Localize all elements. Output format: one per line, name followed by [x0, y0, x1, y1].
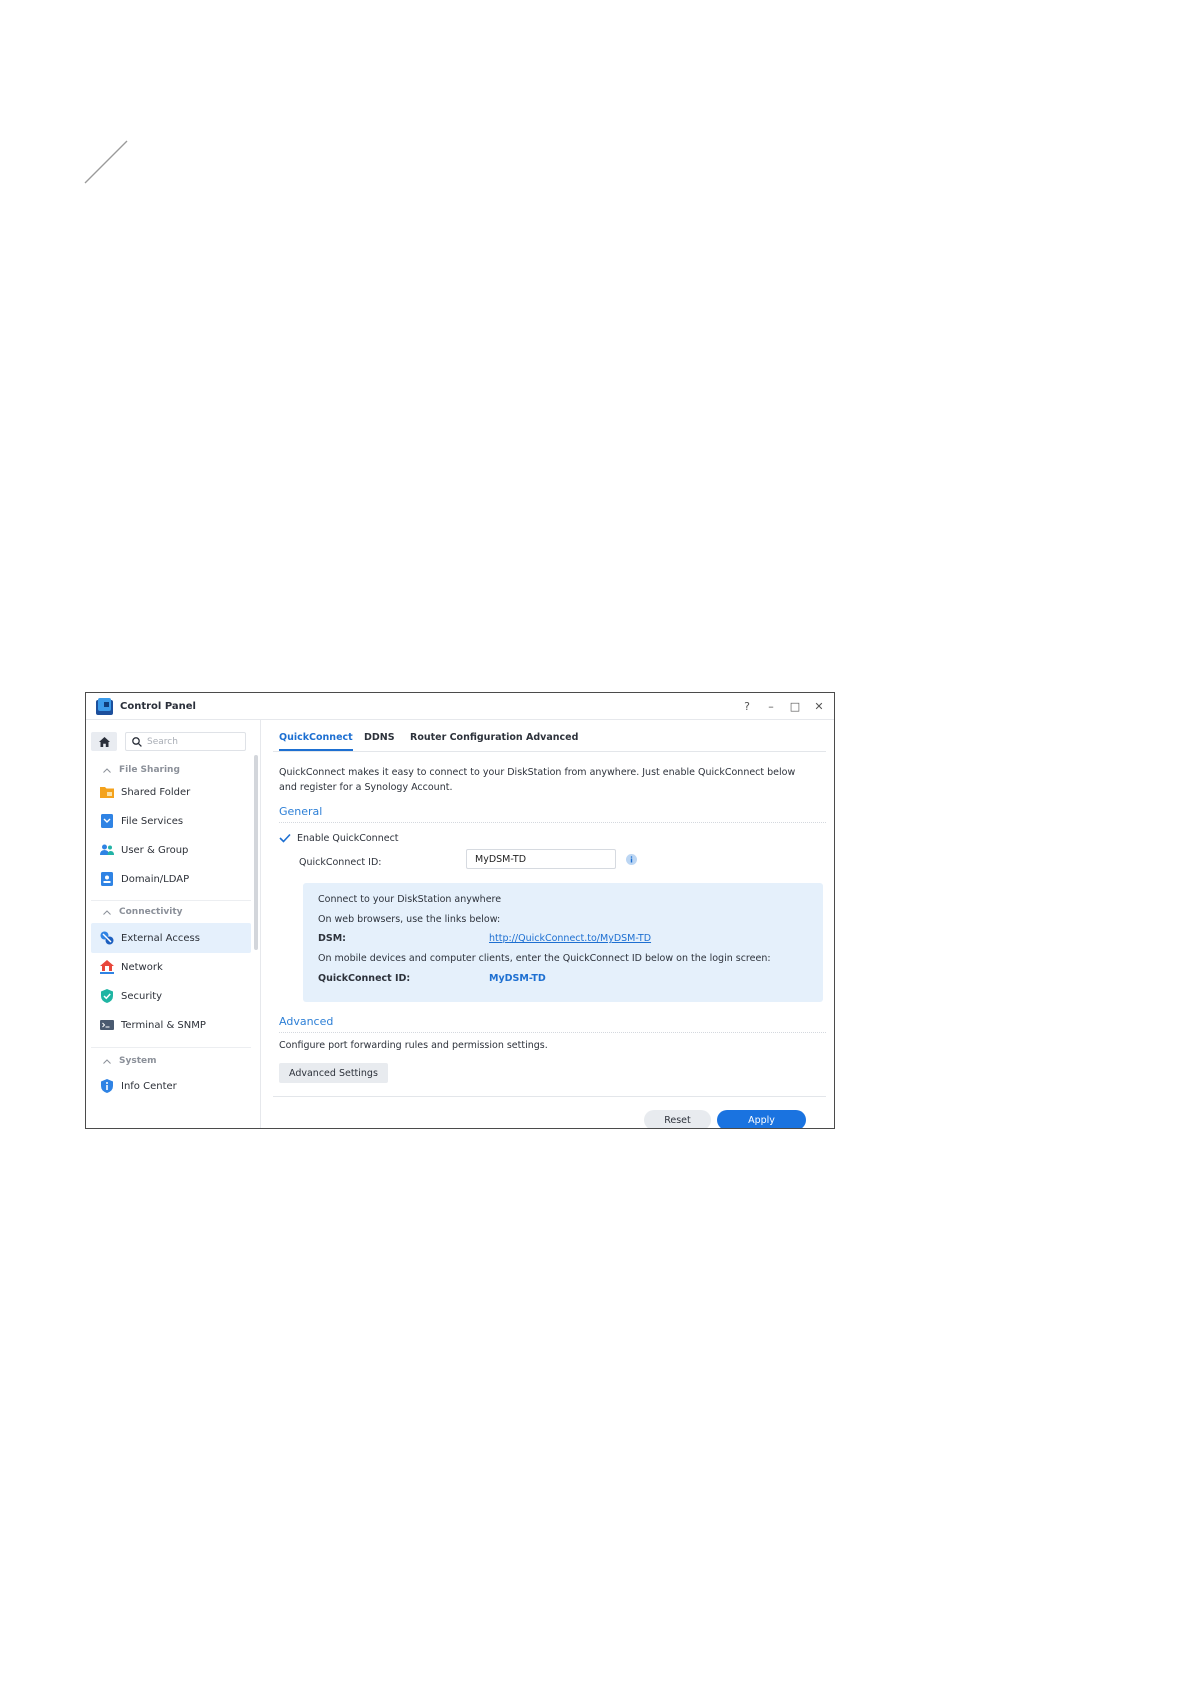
home-button[interactable] [91, 732, 117, 751]
sidebar: File Sharing Shared Folder File Services [86, 720, 261, 1128]
sidebar-item-file-services[interactable]: File Services [91, 806, 251, 836]
folder-icon [100, 787, 114, 798]
chevron-up-icon [103, 909, 111, 915]
shield-icon [101, 989, 113, 1003]
sidebar-scrollbar[interactable] [254, 755, 258, 950]
sidebar-item-label: File Services [121, 815, 184, 827]
control-panel-icon [96, 697, 113, 715]
sidebar-item-label: Terminal & SNMP [121, 1019, 206, 1031]
quickconnect-info-box: Connect to your DiskStation anywhere On … [303, 883, 823, 1002]
external-access-icon [100, 931, 114, 945]
sidebar-item-shared-folder[interactable]: Shared Folder [91, 777, 251, 807]
maximize-icon[interactable]: □ [788, 699, 802, 713]
apply-button[interactable]: Apply [717, 1110, 806, 1128]
sidebar-item-terminal-snmp[interactable]: Terminal & SNMP [91, 1010, 251, 1040]
control-panel-window: Control Panel ? – □ ✕ Search File Sharin… [85, 692, 835, 1129]
info-id-value: MyDSM-TD [489, 973, 546, 984]
section-label: File Sharing [119, 765, 180, 775]
users-icon [100, 844, 114, 855]
search-box [125, 732, 246, 751]
dsm-link[interactable]: http://QuickConnect.to/MyDSM-TD [489, 933, 651, 944]
main-panel: QuickConnect DDNS Router Configuration A… [261, 720, 834, 1128]
quickconnect-id-input[interactable] [466, 849, 616, 869]
section-divider [91, 900, 251, 901]
advanced-description: Configure port forwarding rules and perm… [279, 1040, 548, 1051]
section-label: Connectivity [119, 907, 183, 917]
title-bar: Control Panel ? – □ ✕ [86, 693, 834, 720]
general-divider [279, 822, 826, 823]
sidebar-item-user-group[interactable]: User & Group [91, 835, 251, 865]
chevron-up-icon [103, 1058, 111, 1064]
section-system[interactable]: System [103, 1056, 157, 1066]
info-mobile-text: On mobile devices and computer clients, … [318, 953, 771, 964]
quickconnect-description: QuickConnect makes it easy to connect to… [279, 765, 819, 795]
home-icon [98, 736, 110, 747]
file-services-icon [101, 814, 113, 828]
advanced-settings-button[interactable]: Advanced Settings [279, 1063, 388, 1083]
enable-quickconnect-checkbox[interactable] [279, 832, 291, 844]
info-browser-text: On web browsers, use the links below: [318, 914, 501, 925]
sidebar-item-label: Info Center [121, 1080, 177, 1092]
advanced-heading: Advanced [279, 1015, 334, 1028]
sidebar-item-label: Network [121, 961, 163, 973]
info-center-icon [101, 1079, 113, 1093]
sidebar-item-info-center[interactable]: Info Center [91, 1071, 251, 1101]
info-dsm-label: DSM: [318, 933, 346, 944]
enable-quickconnect-row[interactable]: Enable QuickConnect [279, 832, 399, 844]
section-divider [91, 1047, 251, 1048]
info-id-label: QuickConnect ID: [318, 973, 411, 984]
sidebar-item-label: User & Group [121, 844, 189, 856]
chevron-up-icon [103, 767, 111, 773]
description-line: QuickConnect makes it easy to connect to… [279, 767, 796, 778]
enable-quickconnect-label: Enable QuickConnect [297, 832, 399, 844]
quickconnect-id-label: QuickConnect ID: [299, 857, 382, 868]
section-label: System [119, 1056, 157, 1066]
reset-button[interactable]: Reset [644, 1110, 711, 1128]
tab-ddns[interactable]: DDNS [364, 732, 395, 743]
window-title: Control Panel [120, 700, 196, 712]
info-connect-text: Connect to your DiskStation anywhere [318, 894, 502, 905]
search-input[interactable] [147, 736, 237, 747]
tab-advanced[interactable]: Advanced [526, 732, 578, 743]
search-icon [132, 736, 142, 747]
domain-icon [101, 872, 113, 886]
section-connectivity[interactable]: Connectivity [103, 907, 183, 917]
minimize-icon[interactable]: – [764, 699, 778, 713]
info-icon[interactable] [626, 854, 637, 865]
footer-divider [273, 1096, 826, 1097]
network-icon [100, 960, 114, 974]
sidebar-item-label: Shared Folder [121, 786, 191, 798]
sidebar-item-label: Security [121, 990, 163, 1002]
decorative-slash [84, 140, 128, 184]
sidebar-item-label: External Access [121, 932, 200, 944]
section-file-sharing[interactable]: File Sharing [103, 765, 180, 775]
description-line: and register for a Synology Account. [279, 782, 453, 793]
sidebar-item-security[interactable]: Security [91, 981, 251, 1011]
terminal-icon [100, 1020, 114, 1030]
sidebar-item-external-access[interactable]: External Access [91, 923, 251, 953]
tab-router-configuration[interactable]: Router Configuration [410, 732, 523, 743]
sidebar-item-label: Domain/LDAP [121, 873, 190, 885]
tab-bar: QuickConnect DDNS Router Configuration A… [273, 720, 826, 752]
close-icon[interactable]: ✕ [812, 699, 826, 713]
help-icon[interactable]: ? [740, 699, 754, 713]
sidebar-item-domain-ldap[interactable]: Domain/LDAP [91, 864, 251, 894]
advanced-divider [279, 1032, 826, 1033]
general-heading: General [279, 805, 323, 818]
checkmark-icon [279, 833, 291, 843]
tab-quickconnect[interactable]: QuickConnect [279, 732, 353, 751]
sidebar-item-network[interactable]: Network [91, 952, 251, 982]
